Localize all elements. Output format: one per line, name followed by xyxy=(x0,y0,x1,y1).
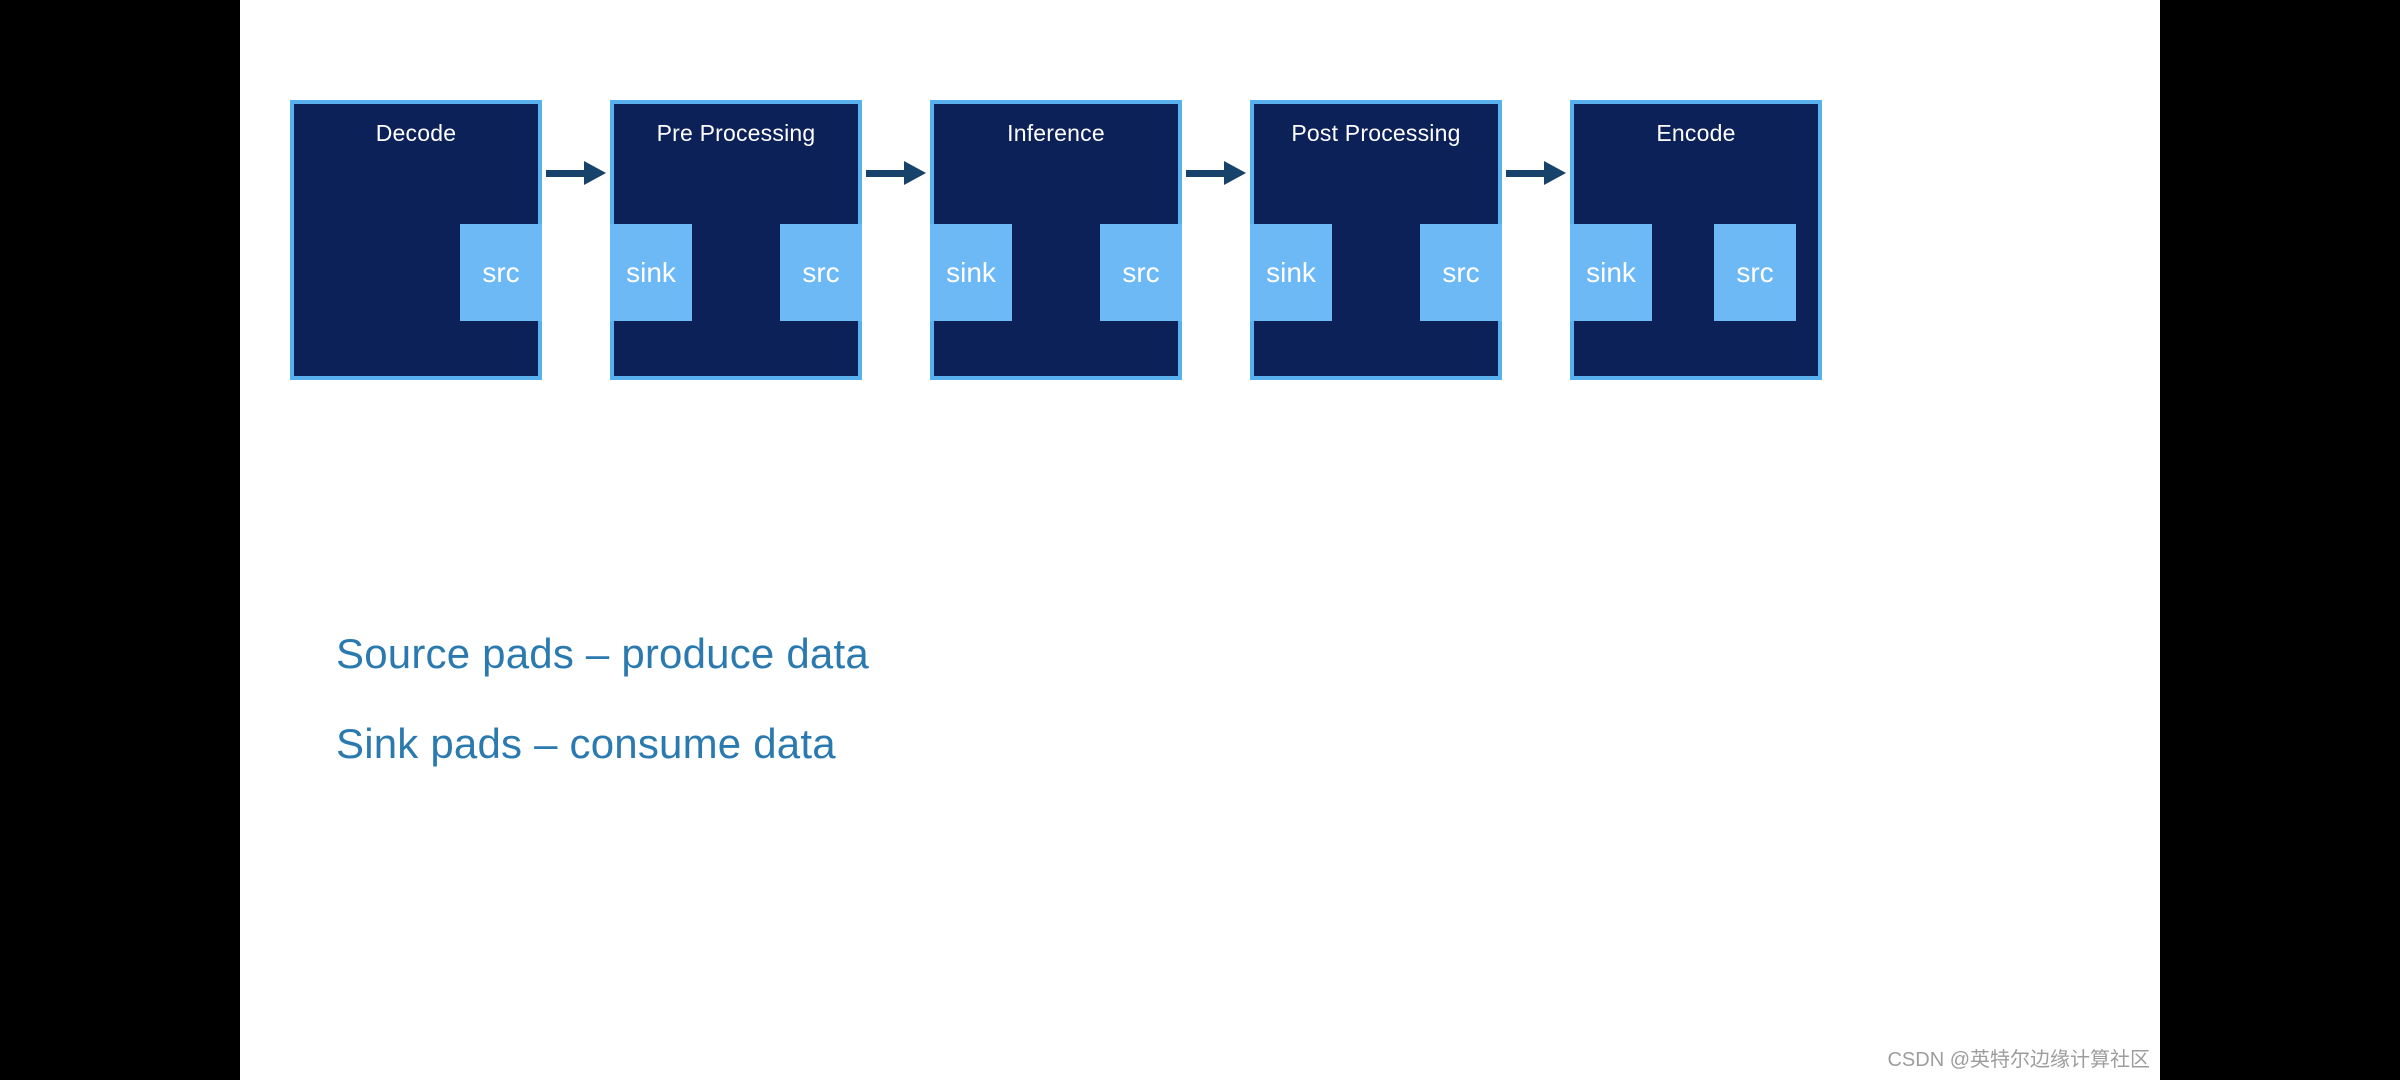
pad-sink-post-processing[interactable]: sink xyxy=(1250,224,1332,321)
arrow-shaft xyxy=(866,170,904,177)
pad-sink-pre-processing[interactable]: sink xyxy=(610,224,692,321)
arrow-shaft xyxy=(1186,170,1224,177)
arrow-head-icon xyxy=(1544,161,1566,185)
node-title: Pre Processing xyxy=(656,120,816,146)
arrow-head-icon xyxy=(1224,161,1246,185)
arrow-head-icon xyxy=(584,161,606,185)
pipeline-node-decode[interactable]: Decode src xyxy=(290,100,542,380)
pipeline-node-post-processing[interactable]: Post Processing sink src xyxy=(1250,100,1502,380)
connector-arrow-decode-to-pre xyxy=(546,161,606,185)
pad-sink-inference[interactable]: sink xyxy=(930,224,1012,321)
node-title: Encode xyxy=(1656,120,1736,146)
caption-source-pads: Source pads – produce data xyxy=(336,630,869,677)
pipeline-node-inference[interactable]: Inference sink src xyxy=(930,100,1182,380)
connector-arrow-pre-to-inference xyxy=(866,161,926,185)
screenshot-root: Decode src Pre Processing sink src Infer… xyxy=(0,0,2400,1080)
pad-src-post-processing[interactable]: src xyxy=(1420,224,1502,321)
pipeline-node-pre-processing[interactable]: Pre Processing sink src xyxy=(610,100,862,380)
node-title: Decode xyxy=(375,120,457,146)
connector-arrow-inference-to-post xyxy=(1186,161,1246,185)
pipeline-diagram: Decode src Pre Processing sink src Infer… xyxy=(240,0,2160,1080)
pad-sink-encode[interactable]: sink xyxy=(1570,224,1652,321)
pad-src-inference[interactable]: src xyxy=(1100,224,1182,321)
pipeline-node-encode[interactable]: Encode sink src xyxy=(1570,100,1822,380)
watermark-label: CSDN @英特尔边缘计算社区 xyxy=(1887,1049,2150,1071)
arrow-shaft xyxy=(546,170,584,177)
pad-src-decode[interactable]: src xyxy=(460,224,542,321)
slide-canvas: Decode src Pre Processing sink src Infer… xyxy=(240,0,2160,1080)
connector-arrow-post-to-encode xyxy=(1506,161,1566,185)
arrow-head-icon xyxy=(904,161,926,185)
pad-src-pre-processing[interactable]: src xyxy=(780,224,862,321)
node-title: Post Processing xyxy=(1291,120,1461,146)
node-title: Inference xyxy=(1007,120,1105,146)
caption-sink-pads: Sink pads – consume data xyxy=(336,720,836,767)
pad-src-encode[interactable]: src xyxy=(1714,224,1796,321)
arrow-shaft xyxy=(1506,170,1544,177)
